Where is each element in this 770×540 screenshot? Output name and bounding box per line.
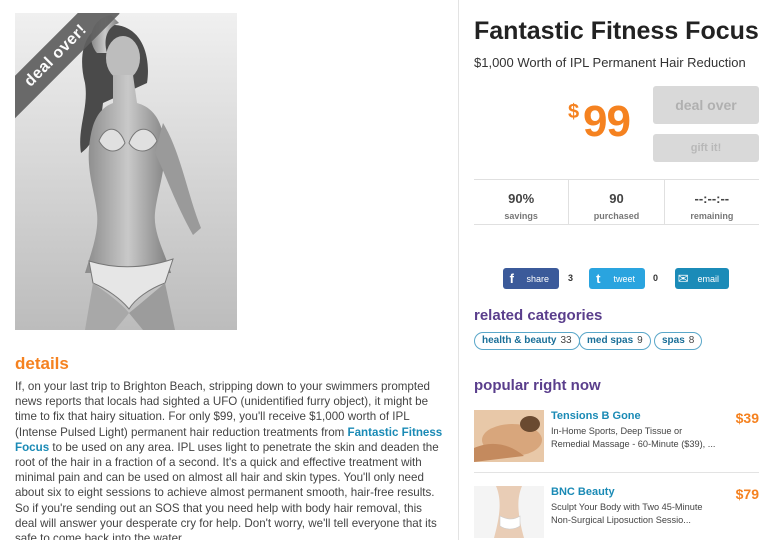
tag-count: 8	[688, 335, 695, 346]
details-text-part2: to be used on any area. IPL uses light t…	[15, 440, 439, 540]
stat-value: --:--:--	[694, 191, 730, 206]
details-description: If, on your last trip to Brighton Beach,…	[15, 379, 445, 540]
popular-deal-item[interactable]: BNC Beauty Sculpt Your Body with Two 45-…	[474, 486, 759, 540]
popular-right-now-heading: popular right now	[474, 377, 601, 394]
deal-subtitle: $1,000 Worth of IPL Permanent Hair Reduc…	[474, 55, 746, 70]
twitter-tweet-label: tweet	[613, 273, 635, 284]
popular-deal-item[interactable]: Tensions B Gone In-Home Sports, Deep Tis…	[474, 410, 759, 466]
deal-over-button[interactable]: deal over	[653, 86, 759, 124]
email-share-button[interactable]: ✉ email	[675, 268, 729, 289]
twitter-tweet-button[interactable]: t tweet	[589, 268, 645, 289]
twitter-tweet-count: 0	[653, 273, 659, 283]
details-heading: details	[15, 354, 69, 373]
stat-label: remaining	[690, 211, 734, 221]
category-tag-spas[interactable]: spas 8	[654, 332, 703, 350]
tag-count: 33	[560, 335, 572, 346]
popular-divider	[474, 472, 759, 473]
popular-deal-description: In-Home Sports, Deep Tissue or Remedial …	[551, 426, 716, 449]
facebook-share-label: share	[526, 273, 549, 284]
massage-thumbnail	[474, 410, 544, 462]
popular-deal-name[interactable]: Tensions B Gone	[551, 410, 641, 422]
popular-deal-description: Sculpt Your Body with Two 45-Minute Non-…	[551, 502, 703, 525]
column-divider	[458, 0, 459, 540]
tag-label: med spas	[587, 335, 634, 346]
twitter-bird-icon: t	[596, 271, 601, 286]
stat-label: purchased	[593, 211, 640, 221]
stat-purchased: 90 purchased	[569, 180, 665, 224]
stat-remaining: --:--:-- remaining	[665, 180, 759, 224]
deal-stats: 90% savings 90 purchased --:--:-- remain…	[474, 179, 759, 225]
related-categories-heading: related categories	[474, 307, 603, 324]
category-tag-med-spas[interactable]: med spas 9	[579, 332, 651, 350]
stat-value: 90	[609, 191, 624, 206]
gift-it-button[interactable]: gift it!	[653, 134, 759, 162]
facebook-share-count: 3	[568, 273, 574, 283]
facebook-icon: f	[509, 271, 514, 286]
deal-hero-image: deal over!	[15, 13, 237, 330]
stat-label: savings	[504, 211, 538, 221]
price-amount: 99	[583, 97, 631, 146]
popular-deal-price: $39	[735, 410, 759, 426]
email-share-label: email	[697, 273, 719, 284]
popular-deal-price: $79	[735, 486, 759, 502]
price-currency: $	[568, 101, 580, 123]
stat-value: 90%	[508, 191, 535, 206]
tag-label: spas	[662, 335, 685, 346]
popular-deal-name[interactable]: BNC Beauty	[551, 486, 615, 498]
envelope-icon: ✉	[677, 270, 689, 286]
tag-label: health & beauty	[482, 335, 557, 346]
deal-title: Fantastic Fitness Focus	[474, 17, 759, 45]
category-tag-health-beauty[interactable]: health & beauty 33	[474, 332, 580, 350]
tag-count: 9	[637, 335, 643, 346]
facebook-share-button[interactable]: f share	[503, 268, 559, 289]
stat-savings: 90% savings	[474, 180, 570, 224]
body-sculpting-thumbnail	[474, 486, 544, 538]
